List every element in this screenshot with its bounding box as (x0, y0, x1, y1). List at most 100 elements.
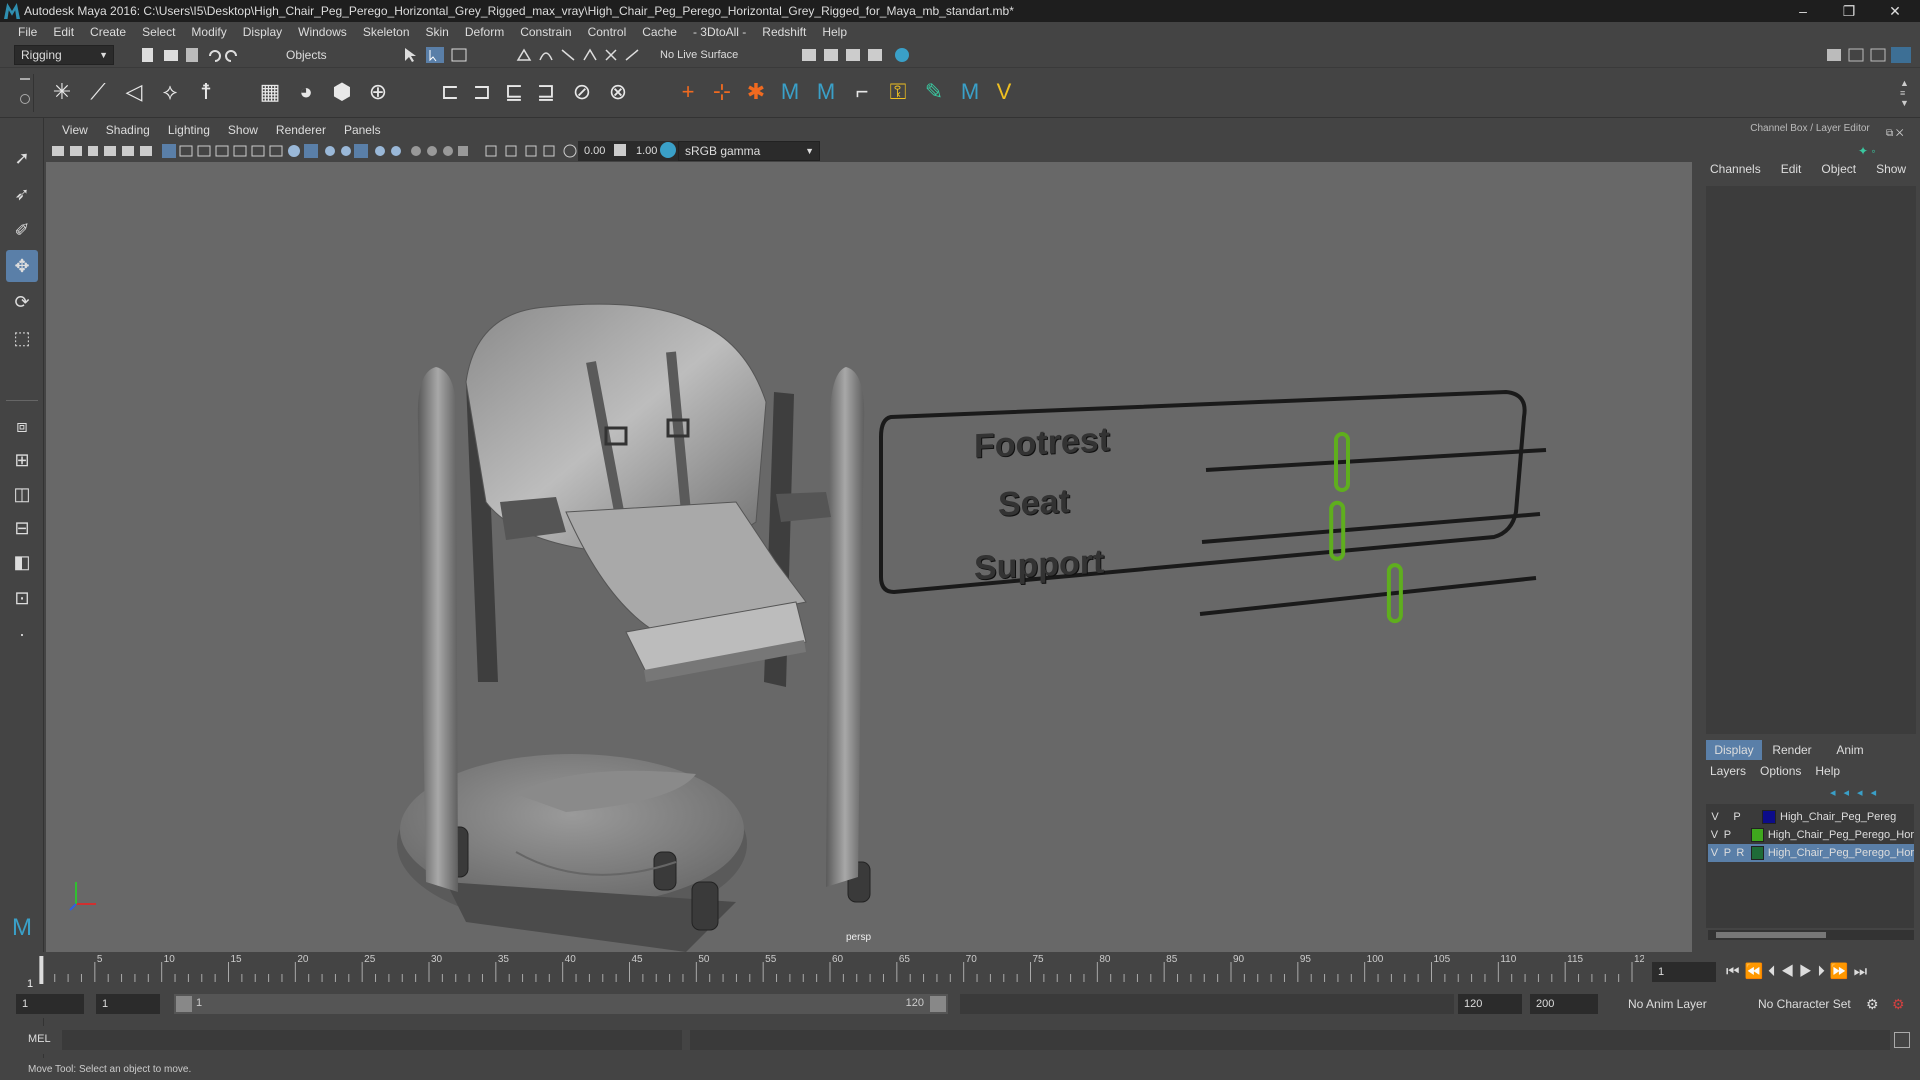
layer-playback-toggle[interactable]: P (1721, 847, 1734, 859)
persp-graph-layout-icon[interactable]: ⊟ (6, 512, 38, 544)
current-frame-field[interactable]: 1 (1652, 962, 1716, 982)
script-editor-icon[interactable] (1894, 1032, 1910, 1048)
orient-constraint-icon[interactable]: ✱ (742, 78, 770, 106)
playback-start-field[interactable]: 1 (96, 994, 160, 1014)
maya-home-icon[interactable]: M (6, 912, 38, 944)
layer-action-icons[interactable]: ◂◂◂◂ (1830, 786, 1884, 799)
layer-color-swatch[interactable] (1750, 828, 1764, 842)
persp-hypershade-layout-icon[interactable]: ⊡ (6, 582, 38, 614)
character-set-dropdown[interactable]: No Character Set (1752, 994, 1864, 1014)
channel-box-menu-channels[interactable]: Channels (1710, 162, 1781, 180)
joint-tool-icon[interactable]: ✳ (48, 78, 76, 106)
bend-deformer-icon[interactable]: V (990, 78, 1018, 106)
selection-mask-icons[interactable] (402, 46, 482, 64)
animation-start-field[interactable]: 1 (16, 994, 84, 1014)
current-time-marker[interactable] (39, 956, 44, 984)
rotate-tool-icon[interactable]: ⟳ (6, 286, 38, 318)
insert-joint-icon[interactable]: ⟡ (156, 78, 184, 106)
menu-windows[interactable]: Windows (290, 25, 355, 39)
layer-row-selected[interactable]: V P R High_Chair_Peg_Perego_Hor (1708, 844, 1914, 862)
bind-skin-icon[interactable]: ⊏ (436, 78, 464, 106)
layer-name[interactable]: High_Chair_Peg_Pereg (1780, 811, 1896, 823)
viewport-menu-view[interactable]: View (54, 123, 98, 137)
copy-weights-icon[interactable]: ⊗ (604, 78, 632, 106)
menu-file[interactable]: File (10, 25, 45, 39)
command-input[interactable] (62, 1030, 682, 1050)
file-tools-icons[interactable] (140, 46, 260, 64)
menu-deform[interactable]: Deform (457, 25, 512, 39)
scale-tool-icon[interactable]: ⬚ (6, 322, 38, 354)
layer-name[interactable]: High_Chair_Peg_Perego_Hor (1768, 847, 1914, 859)
time-slider[interactable]: 5 10 15 20 25 30 35 40 45 50 55 60 65 70 75 80 85 90 95 100… (0, 952, 1920, 992)
blend-shape-icon[interactable]: ✎ (920, 78, 948, 106)
lasso-tool-icon[interactable]: ➶ (6, 178, 38, 210)
paint-weights-icon[interactable]: ⊑ (500, 78, 528, 106)
four-view-layout-icon[interactable]: ⊞ (6, 444, 38, 476)
menu-help[interactable]: Help (814, 25, 855, 39)
layout-options-icon[interactable]: · (6, 618, 38, 650)
layer-color-swatch[interactable] (1762, 810, 1776, 824)
workspace-icons[interactable] (1825, 46, 1915, 64)
layer-reference-toggle[interactable]: R (1734, 847, 1747, 859)
set-driven-key-icon[interactable]: ⚿ (884, 78, 912, 106)
select-tool-icon[interactable]: ➚ (6, 142, 38, 174)
channel-box-toggle-icons[interactable]: ✦ ◦ (1858, 144, 1884, 160)
maximize-button[interactable]: ❐ (1826, 0, 1872, 22)
viewport-menu-renderer[interactable]: Renderer (268, 123, 336, 137)
persp-outliner-layout-icon[interactable]: ◧ (6, 546, 38, 578)
minimize-button[interactable]: – (1780, 0, 1826, 22)
menu-display[interactable]: Display (235, 25, 290, 39)
viewport-menu-lighting[interactable]: Lighting (160, 123, 220, 137)
close-button[interactable]: ✕ (1872, 0, 1918, 22)
aim-constraint-icon[interactable]: ⊹ (708, 78, 736, 106)
menu-skin[interactable]: Skin (418, 25, 457, 39)
wrap-deformer-icon[interactable]: ⬢ (328, 78, 356, 106)
timeline-ticks[interactable]: 5 10 15 20 25 30 35 40 45 50 55 60 65 70 75 80 85 90 95 100… (24, 952, 1644, 992)
menu-skeleton[interactable]: Skeleton (355, 25, 418, 39)
wire-deformer-icon[interactable]: ⊕ (364, 78, 392, 106)
auto-key-icon[interactable]: ⚙ (1866, 996, 1879, 1013)
viewport-menu-shading[interactable]: Shading (98, 123, 160, 137)
viewport-menu-panels[interactable]: Panels (336, 123, 391, 137)
menu-create[interactable]: Create (82, 25, 134, 39)
menu-3dtoall[interactable]: - 3DtoAll - (685, 25, 754, 39)
selection-mode-dropdown[interactable]: Objects (280, 45, 380, 65)
layer-menu-help[interactable]: Help (1815, 764, 1840, 778)
menu-redshift[interactable]: Redshift (754, 25, 814, 39)
smooth-bind-icon[interactable]: ⊐ (468, 78, 496, 106)
menu-select[interactable]: Select (134, 25, 183, 39)
menu-constrain[interactable]: Constrain (512, 25, 579, 39)
tab-anim[interactable]: Anim (1822, 740, 1878, 760)
layer-playback-toggle[interactable]: P (1721, 829, 1734, 841)
layer-scrollbar[interactable] (1708, 930, 1914, 940)
single-perspective-icon[interactable]: ⧈ (6, 410, 38, 442)
animation-end-field[interactable]: 200 (1530, 994, 1598, 1014)
menu-modify[interactable]: Modify (183, 25, 234, 39)
range-bar[interactable]: 1 120 (174, 994, 948, 1014)
float-panel-icon[interactable]: ⧉ ✕ (1886, 128, 1904, 139)
viewport-menu-show[interactable]: Show (220, 123, 268, 137)
maya-script-icon[interactable]: M (956, 78, 984, 106)
tab-render[interactable]: Render (1764, 740, 1820, 760)
layer-visibility-toggle[interactable]: V (1708, 811, 1722, 823)
mirror-weights-icon[interactable]: ⊘ (568, 78, 596, 106)
preferences-icon[interactable]: ⚙ (1892, 996, 1905, 1013)
unbind-icon[interactable]: ⊒ (532, 78, 560, 106)
tab-display[interactable]: Display (1706, 740, 1762, 760)
layer-name[interactable]: High_Chair_Peg_Perego_Hor (1768, 829, 1914, 841)
layer-row[interactable]: V P High_Chair_Peg_Pereg (1708, 808, 1914, 826)
layer-playback-toggle[interactable]: P (1730, 811, 1744, 823)
layer-visibility-toggle[interactable]: V (1708, 847, 1721, 859)
playback-end-field[interactable]: 120 (1458, 994, 1522, 1014)
lattice-icon[interactable]: ▦ (256, 78, 284, 106)
parent-constraint-icon[interactable]: M (812, 78, 840, 106)
range-slider[interactable]: 1 1 1 120 120 200 No Anim Layer No Chara… (0, 992, 1920, 1018)
ik-handle-icon[interactable]: ⟋ (84, 78, 112, 106)
shelf-scroll-icon[interactable]: ▲ ≡ ▼ (1900, 78, 1912, 108)
channel-box-menu-show[interactable]: Show (1876, 162, 1920, 180)
point-constraint-icon[interactable]: + (674, 78, 702, 106)
paint-select-icon[interactable]: ✐ (6, 214, 38, 246)
pole-vector-icon[interactable]: ⌐ (848, 78, 876, 106)
menu-cache[interactable]: Cache (634, 25, 685, 39)
render-icons[interactable] (800, 46, 920, 64)
